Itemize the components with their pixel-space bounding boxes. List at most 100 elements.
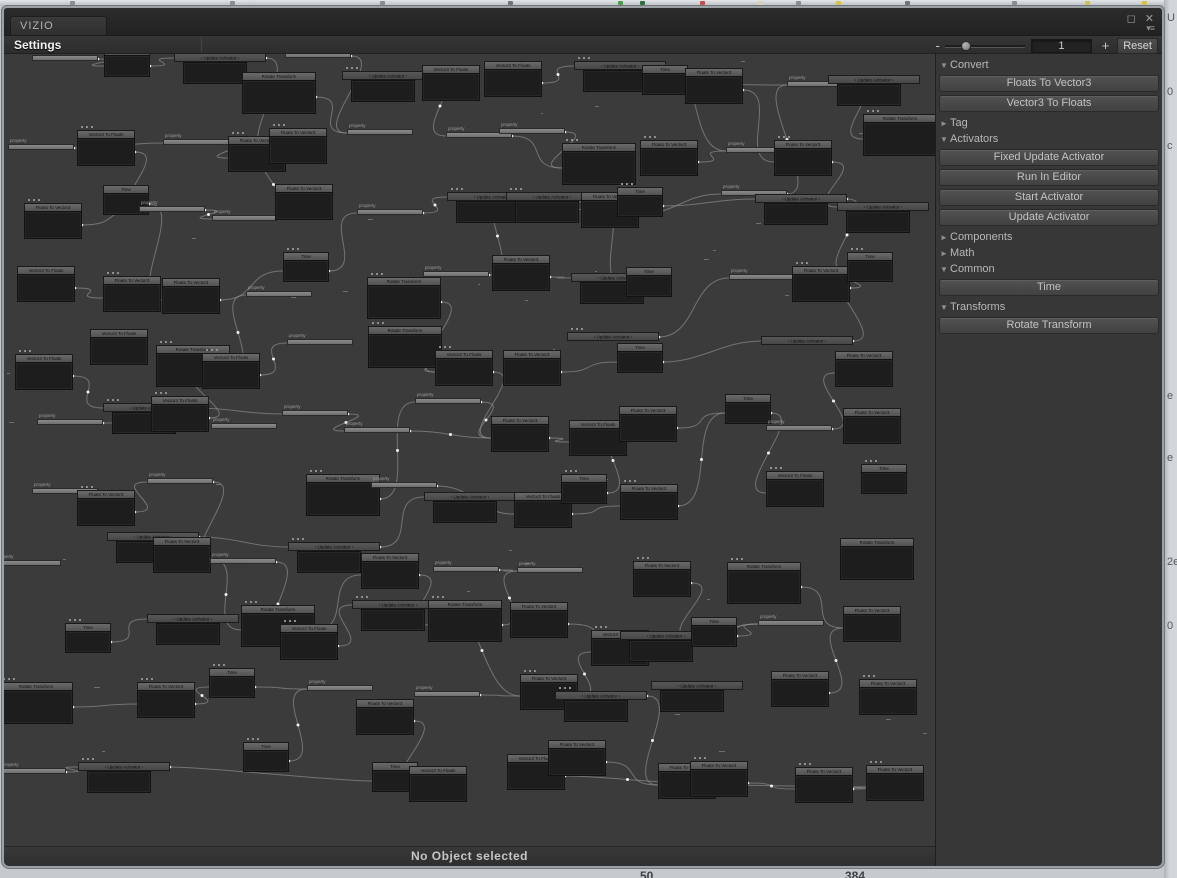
sidebar-item-time[interactable]: Time bbox=[939, 279, 1159, 296]
graph-node-time[interactable]: Time bbox=[725, 394, 771, 424]
graph-node-prop[interactable]: property bbox=[282, 403, 348, 416]
graph-node-f2v[interactable]: Floats To Vector3 bbox=[361, 553, 419, 589]
sidebar-section-activators[interactable]: ▼Activators bbox=[938, 131, 1160, 147]
reset-button[interactable]: Reset bbox=[1117, 38, 1158, 54]
sidebar-section-components[interactable]: ►Components bbox=[938, 229, 1160, 245]
graph-node-v2f[interactable]: Vector3 To Floats bbox=[77, 126, 135, 166]
settings-button[interactable]: Settings bbox=[4, 38, 71, 52]
sidebar-item-floats-to-vector3[interactable]: Floats To Vector3 bbox=[939, 75, 1159, 92]
graph-node-rot[interactable]: Rotate Transform bbox=[840, 538, 914, 580]
graph-node-prop[interactable]: property bbox=[4, 761, 66, 774]
graph-node-prop[interactable]: property bbox=[758, 613, 824, 626]
graph-node-v2f[interactable]: Vector3 To Floats bbox=[90, 329, 148, 365]
graph-node-prop[interactable]: property bbox=[344, 420, 410, 433]
graph-node-rot[interactable]: Rotate Transform bbox=[367, 273, 441, 319]
graph-node-f2v[interactable]: Floats To Vector3 bbox=[619, 406, 677, 442]
zoom-slider-track[interactable] bbox=[945, 40, 1025, 52]
graph-node-f2v[interactable]: Floats To Vector3 bbox=[503, 350, 561, 386]
graph-node-f2v[interactable]: Floats To Vector3 bbox=[24, 199, 82, 239]
graph-node-f2v[interactable]: Floats To Vector3 bbox=[620, 480, 678, 520]
graph-node-time[interactable]: Time bbox=[691, 617, 737, 647]
graph-node-upd[interactable]: ‹ Update Activator › bbox=[567, 328, 659, 341]
graph-node-time[interactable]: Time bbox=[847, 248, 893, 282]
graph-node-f2v[interactable]: Floats To Vector3 bbox=[137, 678, 195, 718]
sidebar-item-rotate-transform[interactable]: Rotate Transform bbox=[939, 317, 1159, 334]
graph-node-prop[interactable]: property bbox=[371, 475, 437, 488]
sidebar-item-update-activator[interactable]: Update Activator bbox=[939, 209, 1159, 226]
graph-node-v2f[interactable]: Vector3 To Floats bbox=[280, 620, 338, 660]
graph-node-f2v[interactable]: Floats To Vector3 bbox=[633, 557, 691, 597]
graph-node-prop[interactable]: property bbox=[210, 551, 276, 564]
graph-node-prop[interactable]: property bbox=[766, 418, 832, 431]
graph-node-prop[interactable]: property bbox=[729, 267, 795, 280]
graph-node-v2f[interactable]: Vector3 To Floats bbox=[766, 467, 824, 507]
graph-node-prop[interactable]: property bbox=[517, 560, 583, 573]
graph-node-v2f[interactable]: Vector3 To Floats bbox=[202, 349, 260, 389]
graph-node-time[interactable]: Time bbox=[561, 470, 607, 504]
graph-node-rot[interactable]: Rotate Transform bbox=[242, 72, 316, 114]
sidebar-item-fixed-update-activator[interactable]: Fixed Update Activator bbox=[939, 149, 1159, 166]
graph-node-time[interactable]: Time bbox=[283, 248, 329, 282]
graph-node-v2f[interactable]: Vector3 To Floats bbox=[409, 766, 467, 802]
graph-node-f2v[interactable]: Floats To Vector3 bbox=[859, 675, 917, 715]
graph-node-upd[interactable]: ‹ Update Activator › bbox=[828, 75, 920, 106]
graph-node-prop[interactable]: property bbox=[285, 54, 351, 58]
graph-node-f2v[interactable]: Floats To Vector3 bbox=[492, 255, 550, 291]
graph-node-f2v[interactable]: Floats To Vector3 bbox=[153, 537, 211, 573]
graph-node-f2v[interactable]: Floats To Vector3 bbox=[843, 408, 901, 444]
graph-node-v2f[interactable]: Vector3 To Floats bbox=[151, 392, 209, 432]
graph-node-time[interactable]: Time bbox=[617, 183, 663, 217]
sidebar-section-convert[interactable]: ▼Convert bbox=[938, 57, 1160, 73]
sidebar-section-common[interactable]: ▼Common bbox=[938, 261, 1160, 277]
graph-node-rot[interactable]: Rotate Transform bbox=[727, 558, 801, 604]
node-graph-canvas[interactable]: propertyTime‹ Update Activator ›Rotate T… bbox=[4, 54, 935, 846]
maximize-icon[interactable]: ◻ bbox=[1127, 12, 1136, 25]
graph-node-prop[interactable]: property bbox=[307, 678, 373, 691]
graph-node-f2v[interactable]: Floats To Vector3 bbox=[491, 416, 549, 452]
graph-node-f2v[interactable]: Floats To Vector3 bbox=[835, 351, 893, 387]
graph-node-upd[interactable]: ‹ Update Activator › bbox=[755, 194, 847, 225]
sidebar-section-tag[interactable]: ►Tag bbox=[938, 115, 1160, 131]
sidebar-item-start-activator[interactable]: Start Activator bbox=[939, 189, 1159, 206]
graph-node-v2f[interactable]: Vector3 To Floats bbox=[15, 350, 73, 390]
graph-node-rot[interactable]: Rotate Transform bbox=[306, 470, 380, 516]
zoom-out-button[interactable]: - bbox=[932, 38, 943, 53]
graph-node-time[interactable]: Time bbox=[104, 54, 150, 77]
graph-node-v2f[interactable]: Vector3 To Floats bbox=[17, 266, 75, 302]
graph-node-f2v[interactable]: Floats To Vector3 bbox=[640, 136, 698, 176]
graph-node-prop[interactable]: property bbox=[347, 122, 413, 135]
graph-node-f2v[interactable]: Floats To Vector3 bbox=[510, 602, 568, 638]
graph-node-rot[interactable]: Rotate Transform bbox=[863, 110, 935, 156]
graph-node-rot[interactable]: Rotate Transform bbox=[428, 596, 502, 642]
graph-node-v2f[interactable]: Vector3 To Floats bbox=[484, 61, 542, 97]
zoom-in-button[interactable]: + bbox=[1100, 38, 1111, 53]
graph-node-upd[interactable]: ‹ Update Activator › bbox=[78, 758, 170, 793]
graph-node-time[interactable]: Time bbox=[626, 267, 672, 297]
graph-node-prop[interactable]: property bbox=[414, 684, 480, 697]
zoom-value-field[interactable]: 1 bbox=[1031, 39, 1092, 53]
graph-node-f2v[interactable]: Floats To Vector3 bbox=[548, 740, 606, 776]
graph-node-prop[interactable]: property bbox=[211, 416, 277, 429]
graph-node-time[interactable]: Time bbox=[65, 619, 111, 653]
graph-node-prop[interactable]: property bbox=[499, 121, 565, 134]
zoom-slider-handle[interactable] bbox=[961, 41, 971, 51]
graph-node-upd[interactable]: ‹ Update Activator › bbox=[424, 492, 516, 523]
graph-node-f2v[interactable]: Floats To Vector3 bbox=[843, 606, 901, 642]
graph-node-upd[interactable]: ‹ Update Activator › bbox=[651, 681, 743, 712]
graph-node-f2v[interactable]: Floats To Vector3 bbox=[269, 124, 327, 164]
graph-node-prop[interactable]: property bbox=[246, 284, 312, 297]
graph-node-prop[interactable]: property bbox=[8, 137, 74, 150]
graph-node-prop[interactable]: property bbox=[415, 391, 481, 404]
graph-node-rot[interactable]: Rotate Transform bbox=[562, 139, 636, 185]
graph-node-f2v[interactable]: Floats To Vector3 bbox=[795, 763, 853, 803]
graph-node-prop[interactable]: property bbox=[139, 199, 205, 212]
graph-node-prop[interactable]: property bbox=[163, 132, 229, 145]
graph-node-v2f[interactable]: Vector3 To Floats bbox=[435, 346, 493, 386]
graph-node-time[interactable]: Time bbox=[617, 343, 663, 373]
graph-node-rot[interactable]: Rotate Transform bbox=[368, 322, 442, 368]
graph-node-prop[interactable]: property bbox=[212, 208, 278, 221]
graph-node-f2v[interactable]: Floats To Vector3 bbox=[774, 136, 832, 176]
graph-node-prop[interactable]: property bbox=[4, 553, 61, 566]
graph-node-upd[interactable]: ‹ Update Activator › bbox=[555, 687, 647, 722]
graph-node-f2v[interactable]: Floats To Vector3 bbox=[866, 761, 924, 801]
